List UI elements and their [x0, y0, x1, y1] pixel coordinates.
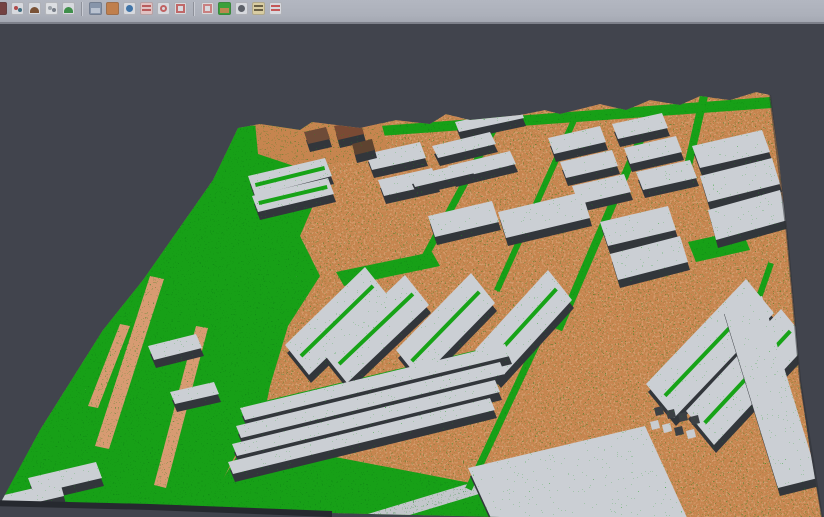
- attribute-table-icon[interactable]: [140, 2, 153, 15]
- classified-map-icon-glyph: [220, 8, 229, 13]
- terrain-green-icon[interactable]: [62, 2, 75, 15]
- profile-view-icon[interactable]: [89, 2, 102, 15]
- flag-tool-icon[interactable]: [269, 2, 282, 15]
- point-cloud-icon-glyph2: [52, 8, 56, 12]
- sphere-view-icon-glyph: [238, 5, 245, 12]
- toolbar-separator: [81, 2, 83, 16]
- sphere-view-icon[interactable]: [235, 2, 248, 15]
- point-cloud-group: [0, 26, 824, 517]
- globe-icon-glyph: [126, 5, 133, 12]
- terrain-green-icon-glyph: [64, 7, 73, 13]
- speckle-light-dots: [0, 26, 824, 517]
- terrain-brown-icon[interactable]: [28, 2, 41, 15]
- viewport-3d[interactable]: [0, 26, 824, 517]
- select-area-icon[interactable]: [174, 2, 187, 15]
- point-cloud-icon-glyph: [48, 6, 52, 10]
- target-icon-glyph: [160, 5, 167, 12]
- classified-map-icon[interactable]: [218, 2, 231, 15]
- profile-view-icon-glyph: [91, 8, 100, 13]
- classify-points-icon-glyph2: [18, 8, 22, 12]
- grid-tool-icon-glyph: [203, 4, 212, 13]
- flag-tool-icon-glyph: [271, 5, 280, 12]
- app-window: [0, 0, 824, 517]
- point-cloud-icon[interactable]: [45, 2, 58, 15]
- terrain-brown-icon-glyph: [30, 7, 39, 13]
- attribute-table-icon-glyph: [142, 5, 151, 12]
- select-area-icon-glyph: [176, 4, 185, 13]
- toolbar-separator: [193, 2, 195, 16]
- grid-tool-icon[interactable]: [201, 2, 214, 15]
- globe-icon[interactable]: [123, 2, 136, 15]
- measure-tool-icon[interactable]: [252, 2, 265, 15]
- target-icon[interactable]: [157, 2, 170, 15]
- classify-points-icon[interactable]: [11, 2, 24, 15]
- main-toolbar: [0, 0, 824, 24]
- point-cloud-scene: [0, 26, 824, 517]
- measure-tool-icon-glyph: [254, 5, 263, 12]
- clip-layer-icon[interactable]: [0, 2, 7, 15]
- classify-points-icon-glyph: [14, 6, 18, 10]
- ortho-image-icon[interactable]: [106, 2, 119, 15]
